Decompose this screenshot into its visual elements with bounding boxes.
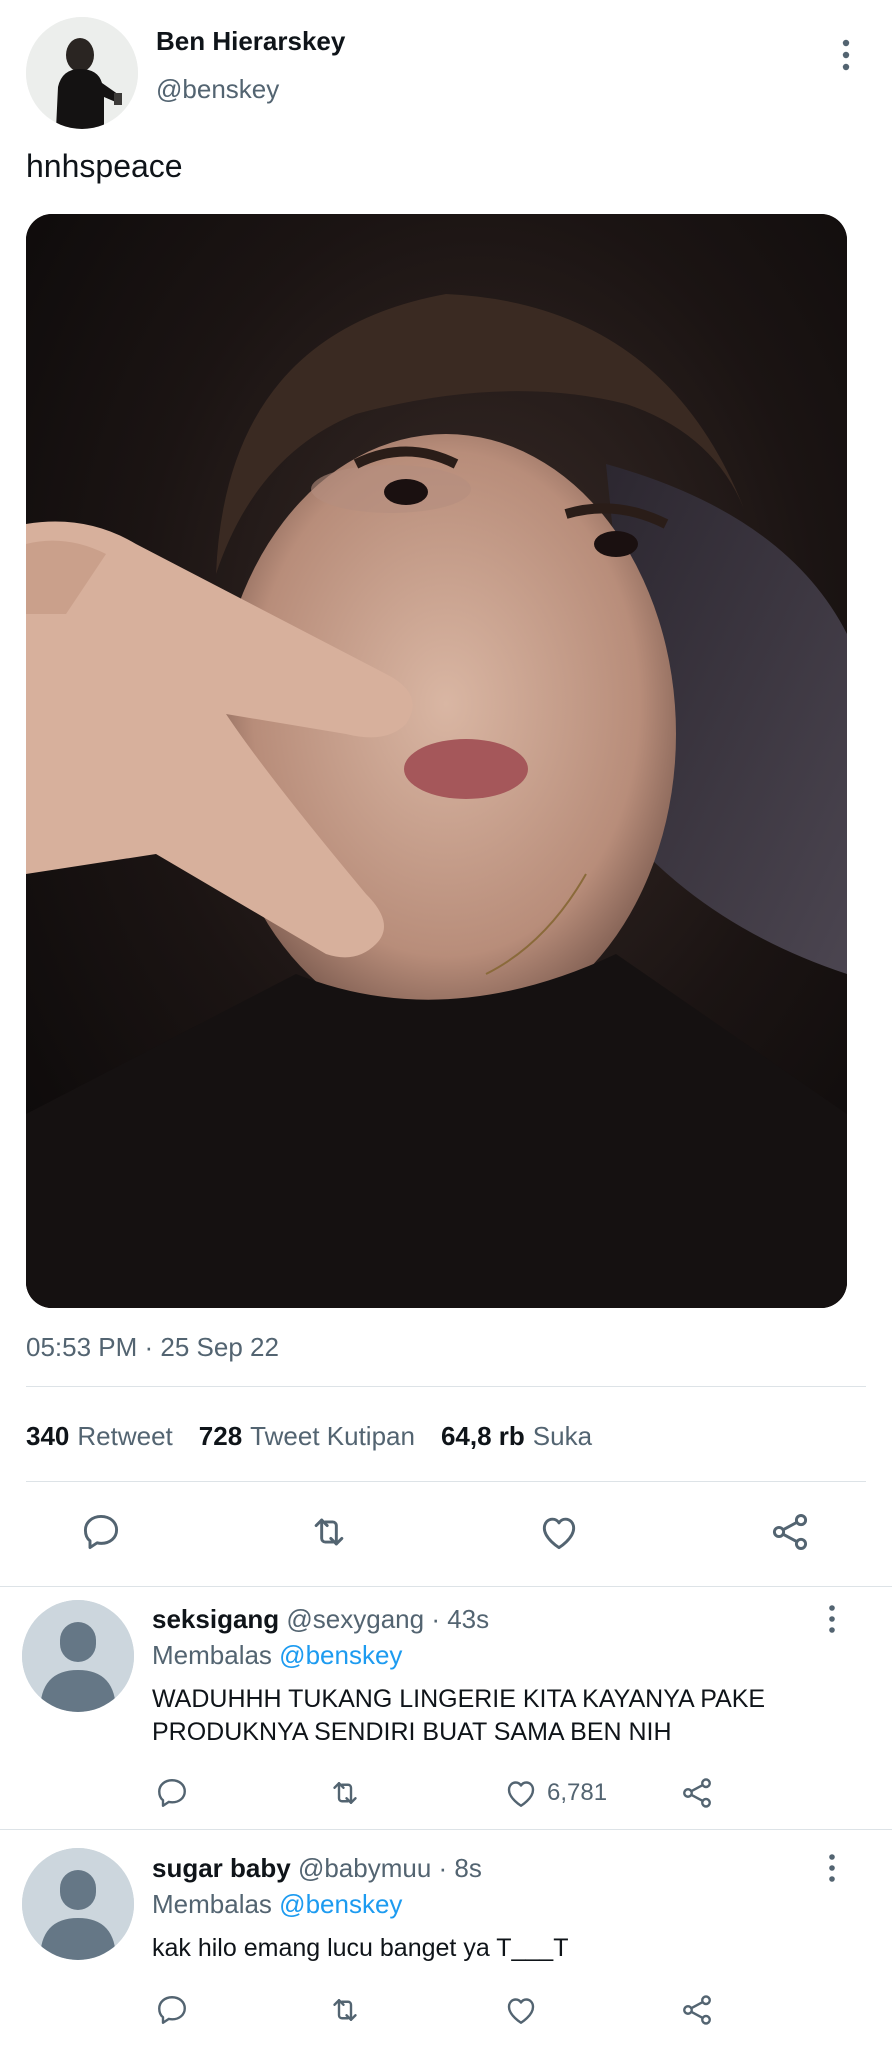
reply-share-icon[interactable] — [679, 1992, 715, 2028]
divider — [26, 1386, 866, 1387]
tweet-photo[interactable] — [26, 214, 847, 1308]
reply-share-icon[interactable] — [679, 1775, 715, 1811]
reply-time: · 43s — [431, 1604, 490, 1634]
reply-reply-icon[interactable] — [154, 1992, 190, 2028]
replying-label: Membalas — [152, 1640, 272, 1670]
share-icon[interactable] — [768, 1510, 812, 1554]
divider — [0, 1829, 892, 1830]
replying-to: Membalas @benskey — [152, 1889, 402, 1920]
replying-to: Membalas @benskey — [152, 1640, 402, 1671]
retweet-stat[interactable]: 340 Retweet — [26, 1421, 173, 1452]
reply-header: seksigang @sexygang · 43s — [152, 1604, 489, 1635]
author-display-name[interactable]: Ben Hierarskey — [156, 26, 345, 57]
reply-reply-icon[interactable] — [154, 1775, 190, 1811]
reply-retweet-icon[interactable] — [327, 1775, 363, 1811]
author-avatar[interactable] — [26, 17, 138, 129]
reply-icon[interactable] — [79, 1510, 123, 1554]
retweet-count: 340 — [26, 1421, 70, 1451]
reply-header: sugar baby @babymuu · 8s — [152, 1853, 482, 1884]
reply-time: · 8s — [438, 1853, 482, 1883]
like-stat[interactable]: 64,8 rb Suka — [441, 1421, 592, 1452]
author-handle[interactable]: @benskey — [156, 74, 279, 105]
replying-mention[interactable]: @benskey — [279, 1889, 402, 1919]
replying-mention[interactable]: @benskey — [279, 1640, 402, 1670]
reply-handle[interactable]: @babymuu — [298, 1853, 431, 1883]
quote-label: Tweet Kutipan — [250, 1421, 415, 1451]
tweet-stats: 340 Retweet 728 Tweet Kutipan 64,8 rb Suka — [26, 1421, 592, 1452]
tweet-text: hnhspeace — [26, 148, 183, 184]
divider — [0, 1586, 892, 1587]
selfie-photo-image — [26, 214, 847, 1308]
author-avatar-image — [26, 17, 138, 129]
reply-text: WADUHHH TUKANG LINGERIE KITA KAYANYA PAK… — [152, 1685, 766, 1746]
more-options-icon[interactable] — [822, 1604, 842, 1634]
reply-like-button[interactable]: 6,781 — [503, 1775, 607, 1811]
reply-like-icon[interactable] — [503, 1992, 539, 2028]
reply-display-name[interactable]: seksigang — [152, 1604, 279, 1634]
reply-display-name[interactable]: sugar baby — [152, 1853, 291, 1883]
retweet-icon[interactable] — [307, 1510, 351, 1554]
reply-handle[interactable]: @sexygang — [286, 1604, 424, 1634]
reply-avatar[interactable] — [22, 1848, 134, 1960]
more-options-icon[interactable] — [834, 38, 858, 72]
like-count: 64,8 rb — [440, 1421, 525, 1451]
replying-label: Membalas — [152, 1889, 272, 1919]
reply-text: kak hilo emang lucu banget ya T___T — [152, 1934, 569, 1962]
tweet-timestamp: 05:53 PM · 25 Sep 22 — [26, 1332, 279, 1362]
quote-stat[interactable]: 728 Tweet Kutipan — [199, 1421, 415, 1452]
quote-count: 728 — [198, 1421, 243, 1451]
divider — [26, 1481, 866, 1482]
heart-icon — [507, 1781, 535, 1807]
reply-retweet-icon[interactable] — [327, 1992, 363, 2028]
reply-avatar[interactable] — [22, 1600, 134, 1712]
default-avatar-icon — [22, 1600, 134, 1712]
default-avatar-icon — [22, 1848, 134, 1960]
retweet-label: Retweet — [77, 1421, 173, 1451]
reply-like-count: 6,781 — [547, 1779, 608, 1806]
like-icon[interactable] — [537, 1510, 581, 1554]
like-label: Suka — [532, 1421, 593, 1451]
more-options-icon[interactable] — [822, 1853, 842, 1883]
